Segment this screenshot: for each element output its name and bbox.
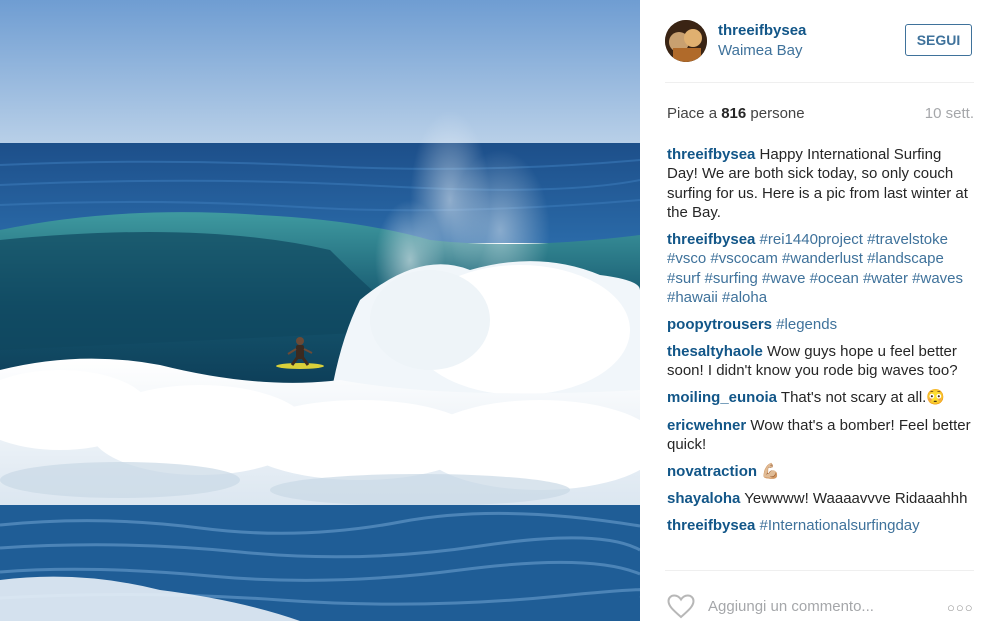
post-photo[interactable] (0, 0, 640, 621)
post-header: threeifbysea Waimea Bay SEGUI (640, 0, 1000, 83)
comment-username[interactable]: threeifbysea (667, 146, 755, 163)
more-options-icon[interactable]: ○○○ (947, 600, 974, 615)
comment-item: ericwehner Wow that's a bomber! Feel bet… (667, 416, 972, 455)
comment-username[interactable]: moiling_eunoia (667, 389, 777, 406)
likes-number: 816 (721, 105, 747, 122)
surf-wave-image (0, 0, 640, 621)
likes-count-text[interactable]: Piace a 816 persone (667, 105, 805, 122)
comment-item: poopytrousers #legends (667, 315, 972, 334)
comment-item: threeifbysea #rei1440project #travelstok… (667, 230, 972, 307)
divider (665, 82, 974, 83)
comment-item: threeifbysea Happy International Surfing… (667, 145, 972, 222)
comment-hashtags[interactable]: #legends (776, 316, 837, 333)
likes-prefix: Piace a (667, 105, 722, 122)
comment-item: novatraction 💪🏼 (667, 462, 972, 481)
comment-text: Yewwww! Waaaavvve Ridaaahhh (744, 490, 968, 508)
likes-suffix: persone (746, 105, 805, 122)
heart-outline-icon[interactable] (667, 594, 695, 619)
follow-button[interactable]: SEGUI (905, 24, 972, 56)
comment-username[interactable]: ericwehner (667, 417, 746, 434)
avatar[interactable] (665, 20, 707, 62)
comment-username[interactable]: threeifbysea (667, 517, 755, 534)
comment-username[interactable]: threeifbysea (667, 231, 755, 248)
comment-username[interactable]: poopytrousers (667, 316, 772, 333)
comment-text: 💪🏼 (761, 462, 780, 480)
comment-hashtags[interactable]: #Internationalsurfingday (760, 517, 920, 534)
divider (665, 570, 974, 571)
post-username[interactable]: threeifbysea (718, 22, 806, 39)
add-comment-input[interactable]: Aggiungi un commento... (708, 598, 874, 615)
comment-username[interactable]: thesaltyhaole (667, 343, 763, 360)
comment-username[interactable]: shayaloha (667, 490, 740, 507)
post-modal: threeifbysea Waimea Bay SEGUI Piace a 81… (0, 0, 1000, 621)
post-details-panel: threeifbysea Waimea Bay SEGUI Piace a 81… (640, 0, 1000, 621)
comment-item: threeifbysea #Internationalsurfingday (667, 516, 972, 535)
comment-item: shayaloha Yewwww! Waaaavvve Ridaaahhh (667, 489, 972, 508)
comment-item: thesaltyhaole Wow guys hope u feel bette… (667, 342, 972, 381)
comment-username[interactable]: novatraction (667, 463, 757, 480)
post-time[interactable]: 10 sett. (925, 105, 974, 122)
comment-text: That's not scary at all.😳 (780, 389, 946, 407)
avatar-image (665, 20, 707, 62)
comments-list[interactable]: threeifbysea Happy International Surfing… (667, 145, 972, 570)
post-location[interactable]: Waimea Bay (718, 42, 802, 59)
comment-item: moiling_eunoia That's not scary at all.😳 (667, 388, 972, 407)
